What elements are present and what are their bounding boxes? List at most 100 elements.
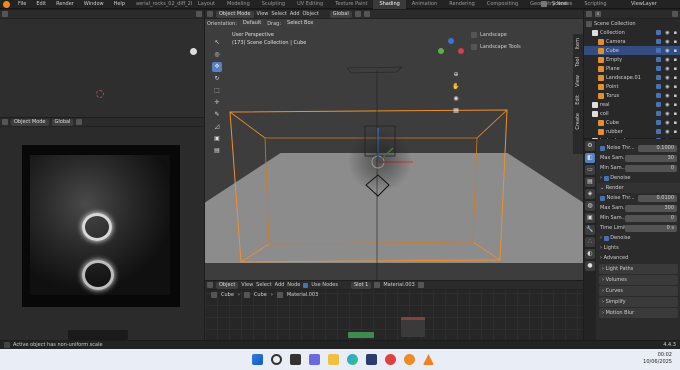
gizmo-z-icon[interactable] xyxy=(448,38,454,44)
menu-view[interactable]: View xyxy=(241,282,253,288)
move-tool-icon[interactable]: ✥ xyxy=(212,62,222,72)
noise-threshold-field[interactable]: 0.1000 xyxy=(637,144,677,152)
camera-view-icon[interactable]: ◉ xyxy=(451,94,461,104)
gizmo-x-icon[interactable] xyxy=(458,48,464,54)
snap-icon[interactable] xyxy=(76,119,83,125)
outliner-item[interactable]: Cube ◉ ▪ xyxy=(584,118,680,127)
panel-curves[interactable]: › Curves xyxy=(599,286,678,296)
image-canvas[interactable] xyxy=(22,145,180,307)
transform-tool-icon[interactable]: ✛ xyxy=(212,98,222,108)
outliner-item[interactable]: Camera ◉ ▪ xyxy=(584,37,680,46)
editor-type-icon[interactable] xyxy=(2,119,8,125)
menu-add[interactable]: Add xyxy=(275,282,285,288)
denoise-2-row[interactable]: › Denoise xyxy=(597,233,680,243)
camera-icon[interactable]: ▪ xyxy=(674,120,677,126)
camera-icon[interactable]: ▪ xyxy=(674,93,677,99)
add-cube-tool-icon[interactable]: ▣ xyxy=(212,134,222,144)
eye-icon[interactable]: ◉ xyxy=(665,129,669,135)
tab-texture-paint[interactable]: Texture Paint xyxy=(329,0,373,9)
exclude-checkbox[interactable] xyxy=(656,101,662,107)
bsdf-node[interactable] xyxy=(348,332,374,338)
slot-dropdown[interactable]: Slot 1 xyxy=(350,281,372,289)
modifier-tab-icon[interactable]: 🔧 xyxy=(585,225,595,235)
exclude-checkbox[interactable] xyxy=(656,74,662,80)
global-dropdown[interactable]: Global xyxy=(51,118,74,126)
tab-create[interactable]: Create xyxy=(573,109,583,134)
sidebar-toggle-icon[interactable] xyxy=(196,11,202,17)
add-object-tool-icon[interactable]: ▤ xyxy=(212,146,222,156)
ortho-grid-icon[interactable]: ▦ xyxy=(451,106,461,116)
exclude-checkbox[interactable] xyxy=(656,92,662,98)
min-samples-2-field[interactable]: 0 xyxy=(625,214,677,222)
noise-threshold-checkbox[interactable] xyxy=(600,145,605,151)
panel-simplify[interactable]: › Simplify xyxy=(599,297,678,307)
exclude-checkbox[interactable] xyxy=(656,38,662,44)
tab-rendering[interactable]: Rendering xyxy=(443,0,481,9)
min-samples-field[interactable]: 0 xyxy=(625,164,677,172)
scale-tool-icon[interactable]: ⬚ xyxy=(212,86,222,96)
store-icon[interactable] xyxy=(366,354,377,365)
camera-icon[interactable]: ▪ xyxy=(674,102,677,108)
gizmo-y-icon[interactable] xyxy=(438,48,444,54)
measure-tool-icon[interactable]: ◿ xyxy=(212,122,222,132)
chat-icon[interactable] xyxy=(309,354,320,365)
tab-shading[interactable]: Shading xyxy=(373,0,406,9)
image-file-tab[interactable]: aerial_rocks_02_diff_2k.jpg xyxy=(130,0,192,9)
eye-icon[interactable]: ◉ xyxy=(665,120,669,126)
tab-item[interactable]: Item xyxy=(573,34,583,53)
view-layer-tab-icon[interactable]: ▤ xyxy=(585,177,595,187)
menu-file[interactable]: File xyxy=(18,0,26,9)
world-tab-icon[interactable]: ◍ xyxy=(585,201,595,211)
zoom-icon[interactable]: ⊕ xyxy=(451,70,461,80)
outliner-item[interactable]: Landscape.01 ◉ ▪ xyxy=(584,73,680,82)
exclude-checkbox[interactable] xyxy=(656,56,662,62)
taskbar-clock[interactable]: 00:02 10/06/2025 xyxy=(632,352,672,366)
outliner-item[interactable]: Collection ◉ ▪ xyxy=(584,28,680,37)
eye-icon[interactable]: ◉ xyxy=(665,66,669,72)
panel-light-paths[interactable]: › Light Paths xyxy=(599,264,678,274)
blender-logo-icon[interactable] xyxy=(3,0,10,8)
search-icon[interactable]: ⌕ xyxy=(595,11,601,17)
output-tab-icon[interactable]: ▭ xyxy=(585,165,595,175)
object-tab-icon[interactable]: ▣ xyxy=(585,213,595,223)
advanced-row[interactable]: › Advanced xyxy=(597,253,680,263)
tab-edit[interactable]: Edit xyxy=(573,91,583,109)
physics-tab-icon[interactable]: ◐ xyxy=(585,249,595,259)
camera-icon[interactable]: ▪ xyxy=(674,48,677,54)
tab-modeling[interactable]: Modeling xyxy=(221,0,256,9)
search-icon[interactable] xyxy=(271,354,282,365)
denoise-row[interactable]: › Denoise xyxy=(597,173,680,183)
blender-app-icon[interactable] xyxy=(404,354,415,365)
particles-tab-icon[interactable]: ∴ xyxy=(585,237,595,247)
editor-type-icon[interactable] xyxy=(207,282,213,288)
3d-viewport[interactable]: Object Mode View Select Add Object Globa… xyxy=(205,10,583,280)
fake-user-icon[interactable] xyxy=(417,282,424,288)
render-subpanel[interactable]: ⌄ Render xyxy=(597,183,680,193)
tab-scripting[interactable]: Scripting xyxy=(578,0,612,9)
tab-uv-editing[interactable]: UV Editing xyxy=(291,0,329,9)
exclude-checkbox[interactable] xyxy=(656,29,662,35)
exclude-checkbox[interactable] xyxy=(656,119,662,125)
chrome-icon[interactable] xyxy=(385,354,396,365)
eye-icon[interactable]: ◉ xyxy=(665,93,669,99)
edge-browser-icon[interactable] xyxy=(347,354,358,365)
menu-window[interactable]: Window xyxy=(84,0,104,9)
hdri-item-2[interactable]: Landscape Tools xyxy=(471,44,521,50)
camera-icon[interactable]: ▪ xyxy=(674,30,677,36)
exclude-checkbox[interactable] xyxy=(656,47,662,53)
tab-sculpting[interactable]: Sculpting xyxy=(256,0,291,9)
exclude-checkbox[interactable] xyxy=(656,65,662,71)
eye-icon[interactable]: ◉ xyxy=(665,39,669,45)
rotate-tool-icon[interactable]: ↻ xyxy=(212,74,222,84)
lights-row[interactable]: › Lights xyxy=(597,243,680,253)
tab-compositing[interactable]: Compositing xyxy=(481,0,524,9)
outliner-item[interactable]: Cube ◉ ▪ xyxy=(584,46,680,55)
exclude-checkbox[interactable] xyxy=(656,83,662,89)
scene-name[interactable]: Scene xyxy=(552,0,567,9)
menu-select[interactable]: Select xyxy=(256,282,271,288)
pan-hand-icon[interactable]: ✋ xyxy=(451,82,461,92)
eye-icon[interactable]: ◉ xyxy=(665,75,669,81)
panel-motion-blur[interactable]: › Motion Blur xyxy=(599,308,678,318)
task-view-icon[interactable] xyxy=(290,354,301,365)
select-cursor-icon[interactable]: ↖ xyxy=(212,38,222,48)
